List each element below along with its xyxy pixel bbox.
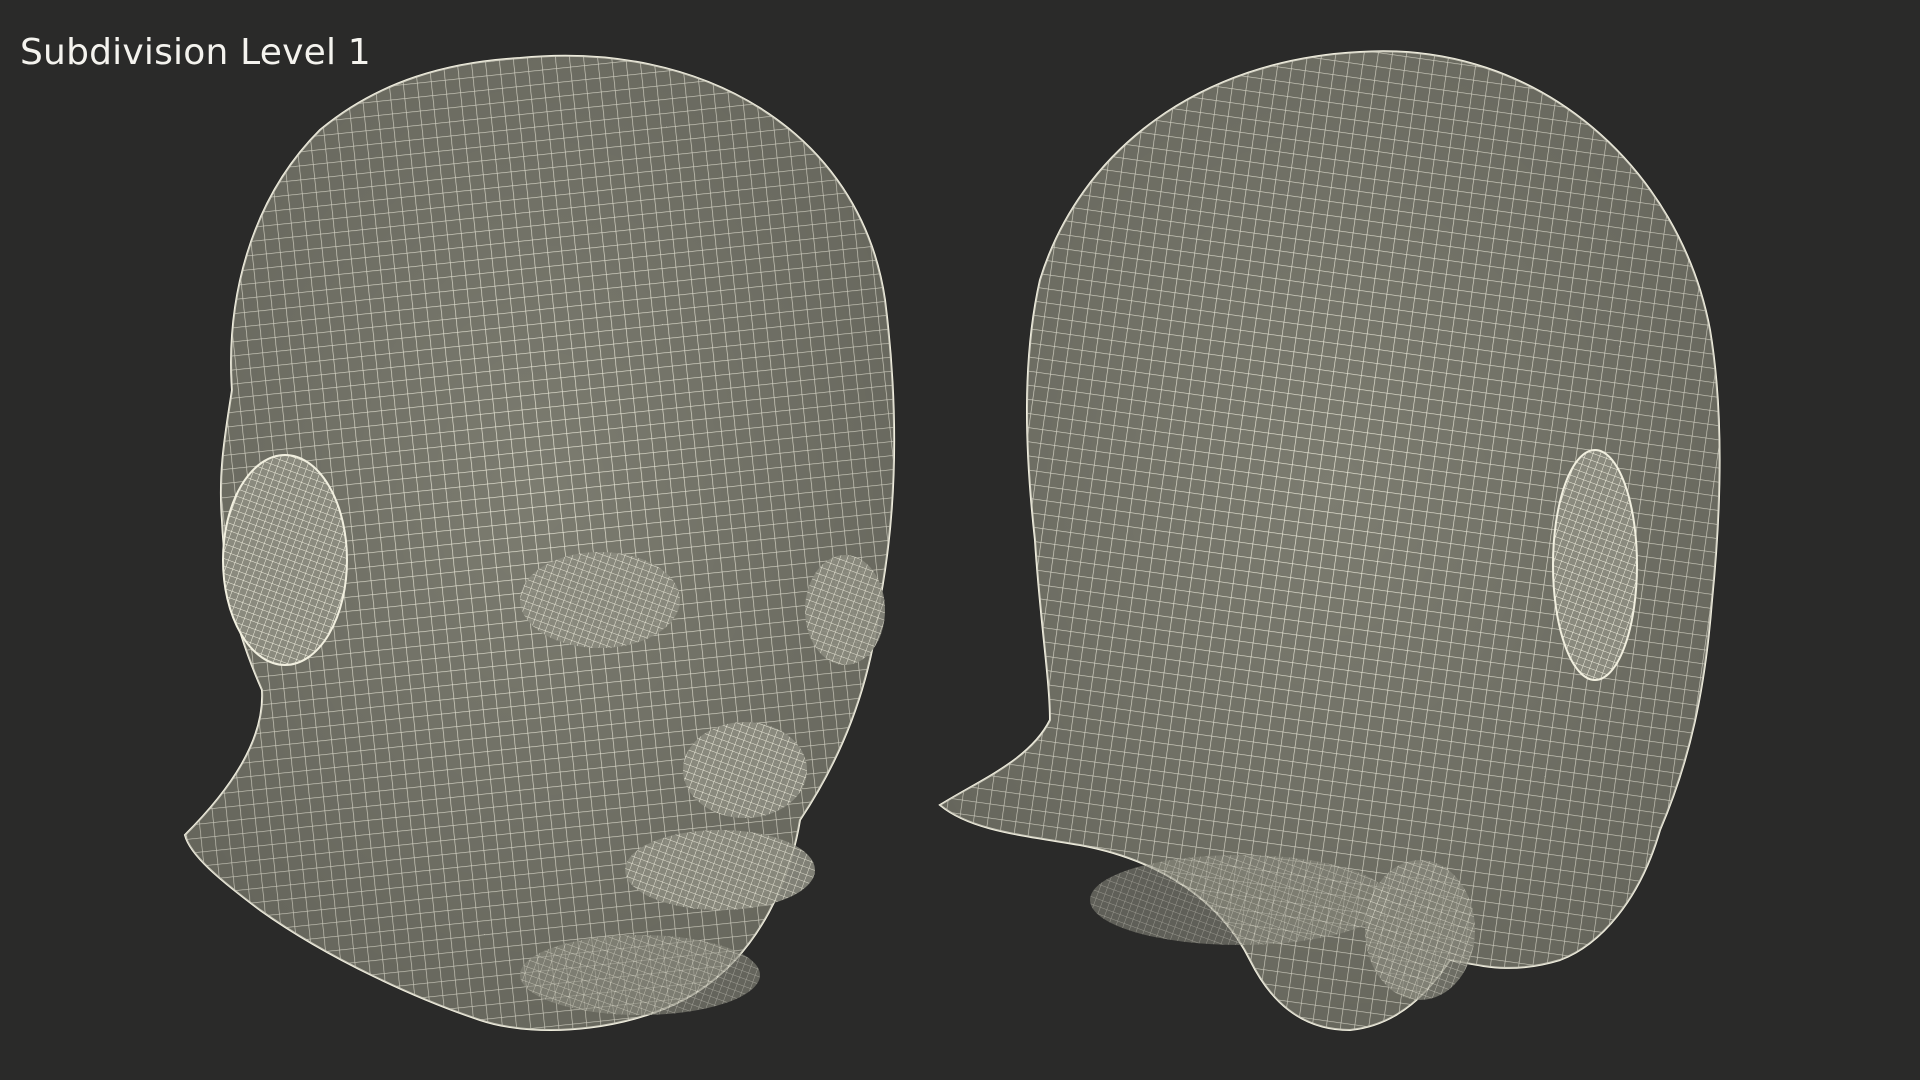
render-viewport: Subdivision Level 1 <box>0 0 1920 1080</box>
neck-underside-mesh <box>1090 855 1390 945</box>
eye-socket-right <box>805 555 885 665</box>
ear-mesh <box>1552 449 1638 681</box>
head-back-view <box>938 50 1721 1032</box>
chin-mesh <box>520 935 760 1015</box>
mouth-mesh <box>625 830 815 910</box>
nose-mesh <box>683 722 807 818</box>
wireframe-scene <box>183 50 1721 1032</box>
jaw-mesh <box>1365 860 1475 1000</box>
head-front-view <box>183 54 896 1031</box>
eye-socket-left <box>520 552 680 648</box>
ear-mesh <box>222 454 348 666</box>
